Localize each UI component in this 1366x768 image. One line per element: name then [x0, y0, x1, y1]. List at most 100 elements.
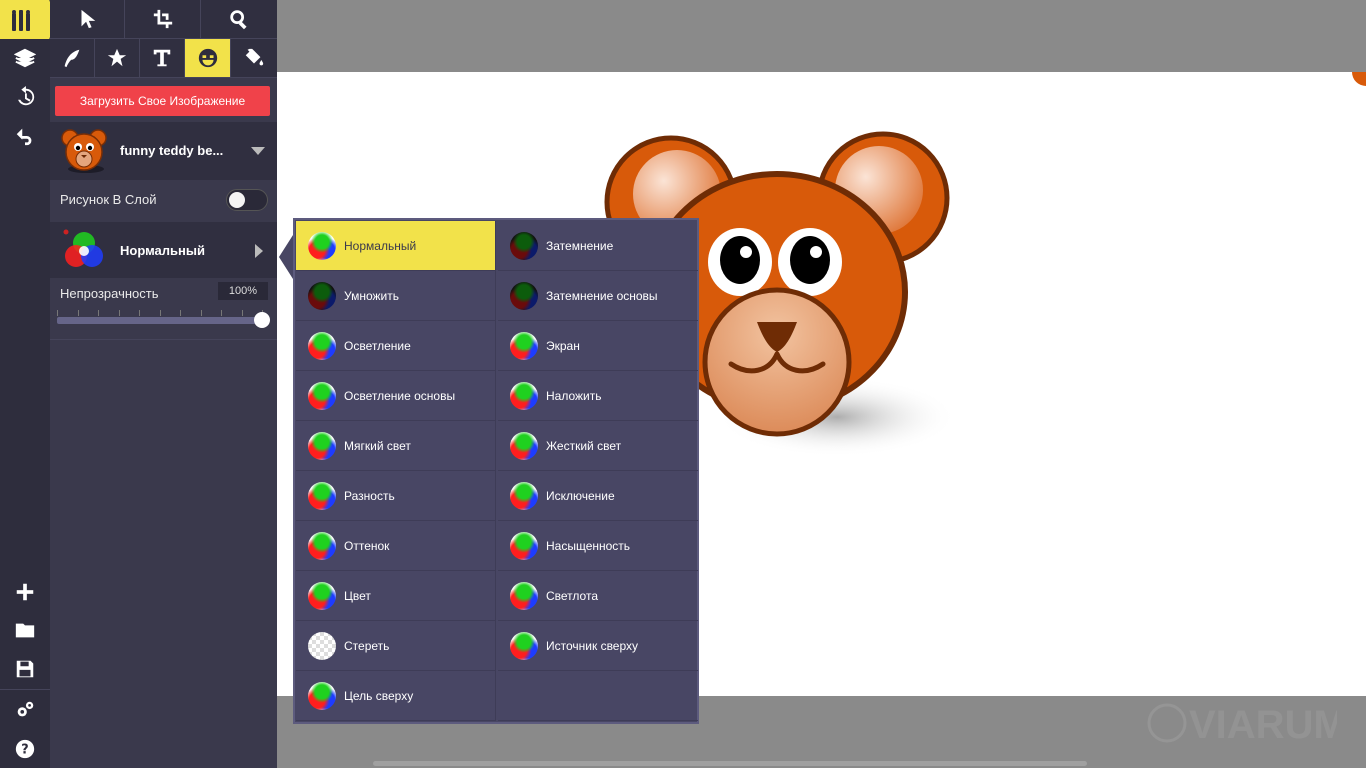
- blend-mode-option-label: Наложить: [546, 388, 602, 403]
- layers-icon[interactable]: [0, 39, 50, 77]
- blend-mode-option[interactable]: Насыщенность: [498, 521, 698, 571]
- opacity-slider-handle[interactable]: [254, 312, 270, 328]
- blend-mode-option[interactable]: Стереть: [296, 621, 496, 671]
- blend-mode-option[interactable]: Разность: [296, 471, 496, 521]
- left-rail: ?: [0, 0, 56, 768]
- slider-tick: [160, 310, 161, 316]
- blend-mode-icon: [510, 581, 538, 610]
- teddy-thumbnail: [61, 129, 107, 173]
- blend-mode-option[interactable]: Экран: [498, 321, 698, 371]
- rgb-blend-icon: [63, 229, 103, 267]
- slider-tick: [242, 310, 243, 316]
- app-logo-icon[interactable]: [0, 0, 56, 39]
- blend-mode-option-label: Экран: [546, 338, 580, 353]
- upload-image-button[interactable]: Загрузить Свое Изображение: [55, 86, 270, 116]
- blend-mode-option[interactable]: Оттенок: [296, 521, 496, 571]
- add-icon[interactable]: [0, 573, 50, 611]
- stickers-tool-icon[interactable]: [185, 39, 231, 78]
- tools-panel: Загрузить Свое Изображение funny teddy b…: [50, 0, 277, 768]
- blend-mode-option-label: Цвет: [344, 588, 371, 603]
- zoom-tool-icon[interactable]: [201, 0, 277, 39]
- blend-mode-icon: [308, 381, 336, 410]
- slider-tick: [180, 310, 181, 316]
- blend-menu-empty-cell: [498, 671, 698, 721]
- slider-tick: [78, 310, 79, 316]
- blend-mode-option[interactable]: Цель сверху: [296, 671, 496, 721]
- blend-mode-option-label: Светлота: [546, 588, 598, 603]
- blend-mode-option[interactable]: Нормальный: [296, 221, 496, 271]
- tool-row-top: [50, 0, 277, 39]
- chevron-down-icon[interactable]: [251, 147, 265, 155]
- blend-mode-label: Нормальный: [120, 243, 205, 258]
- settings-icon[interactable]: [0, 691, 50, 729]
- horizontal-scrollbar[interactable]: [373, 761, 1087, 766]
- blend-mode-option-label: Затемнение: [546, 238, 614, 253]
- blend-mode-icon: [308, 531, 336, 560]
- folder-icon[interactable]: [0, 611, 50, 649]
- blend-mode-icon: [308, 231, 336, 260]
- blend-mode-option-label: Оттенок: [344, 538, 390, 553]
- blend-mode-option-label: Насыщенность: [546, 538, 631, 553]
- blend-mode-option[interactable]: Мягкий свет: [296, 421, 496, 471]
- blend-mode-option[interactable]: Затемнение основы: [498, 271, 698, 321]
- blend-mode-option[interactable]: Источник сверху: [498, 621, 698, 671]
- blend-mode-icon: [510, 631, 538, 660]
- blend-mode-icon: [510, 331, 538, 360]
- blend-mode-selector[interactable]: Нормальный: [50, 222, 277, 278]
- blend-mode-option-label: Стереть: [344, 638, 390, 653]
- image-name: funny teddy be...: [120, 143, 224, 158]
- history-icon[interactable]: [0, 78, 50, 116]
- slider-ticks: [57, 310, 263, 316]
- undo-icon[interactable]: [0, 117, 50, 155]
- blend-mode-option-label: Осветление основы: [344, 388, 456, 403]
- blend-mode-option-label: Умножить: [344, 288, 399, 303]
- rail-divider: [0, 689, 50, 690]
- slider-tick: [57, 310, 58, 316]
- blend-mode-option-label: Исключение: [546, 488, 615, 503]
- blend-mode-icon: [308, 631, 336, 660]
- blend-mode-option[interactable]: Светлота: [498, 571, 698, 621]
- fill-tool-icon[interactable]: [231, 39, 277, 78]
- blend-mode-icon: [308, 581, 336, 610]
- slider-tick: [98, 310, 99, 316]
- watermark-logo: VIARUM: [1147, 703, 1337, 746]
- blend-mode-option[interactable]: Осветление основы: [296, 371, 496, 421]
- blend-mode-icon: [510, 431, 538, 460]
- blend-mode-option[interactable]: Наложить: [498, 371, 698, 421]
- blend-mode-icon: [308, 431, 336, 460]
- blend-mode-option-label: Цель сверху: [344, 688, 414, 703]
- opacity-value[interactable]: 100%: [218, 282, 268, 300]
- blend-mode-menu: Нормальный Затемнение Умножить Затемнение о…: [293, 218, 699, 724]
- toggle-knob: [229, 192, 245, 208]
- image-selector[interactable]: funny teddy be...: [50, 122, 277, 180]
- blend-mode-option-label: Затемнение основы: [546, 288, 658, 303]
- blend-mode-option-label: Мягкий свет: [344, 438, 411, 453]
- select-tool-icon[interactable]: [50, 0, 125, 39]
- blend-mode-option-label: Разность: [344, 488, 395, 503]
- blend-mode-option[interactable]: Жесткий свет: [498, 421, 698, 471]
- blend-mode-option[interactable]: Осветление: [296, 321, 496, 371]
- chevron-right-icon: [255, 244, 263, 258]
- blend-mode-icon: [510, 281, 538, 310]
- blend-mode-option[interactable]: Исключение: [498, 471, 698, 521]
- opacity-label: Непрозрачность: [60, 286, 159, 301]
- help-icon[interactable]: ?: [0, 730, 50, 768]
- blend-mode-option-label: Жесткий свет: [546, 438, 622, 453]
- blend-mode-icon: [510, 231, 538, 260]
- tool-row-bottom: [50, 39, 277, 78]
- opacity-control: Непрозрачность 100%: [50, 280, 277, 340]
- blend-mode-option[interactable]: Умножить: [296, 271, 496, 321]
- shapes-tool-icon[interactable]: [95, 39, 140, 78]
- blend-mode-option[interactable]: Затемнение: [498, 221, 698, 271]
- blend-mode-option[interactable]: Цвет: [296, 571, 496, 621]
- crop-tool-icon[interactable]: [125, 0, 201, 39]
- draw-tool-icon[interactable]: [50, 39, 95, 78]
- blend-mode-icon: [510, 531, 538, 560]
- blend-mode-icon: [308, 681, 336, 710]
- text-tool-icon[interactable]: [140, 39, 185, 78]
- blend-mode-icon: [308, 331, 336, 360]
- layer-toggle[interactable]: [226, 189, 268, 211]
- opacity-slider[interactable]: [57, 317, 262, 324]
- blend-mode-icon: [510, 381, 538, 410]
- save-icon[interactable]: [0, 650, 50, 688]
